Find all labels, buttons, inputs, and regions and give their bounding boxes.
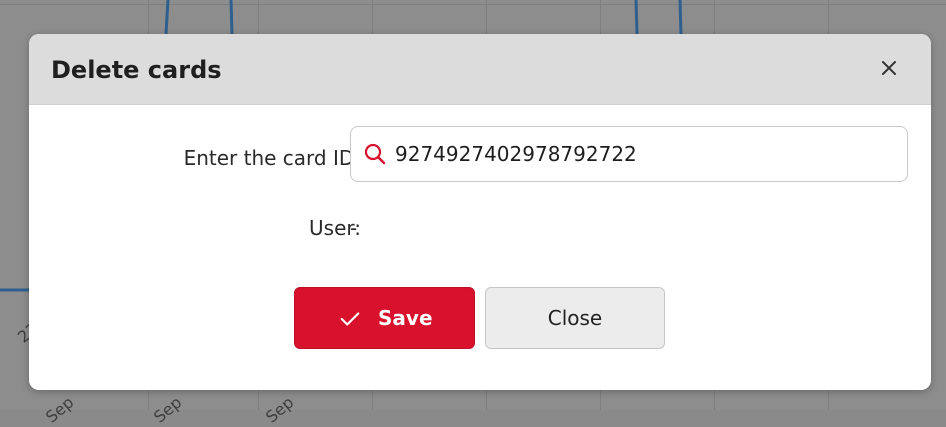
card-id-input[interactable] [395, 137, 895, 171]
dialog-header: Delete cards [29, 34, 931, 105]
user-row: User: - [29, 212, 931, 246]
delete-cards-dialog: Delete cards Enter the card ID: User: - … [29, 34, 931, 390]
card-id-row: Enter the card ID: [29, 126, 931, 186]
check-icon [340, 312, 360, 326]
card-id-search-box[interactable] [350, 126, 908, 182]
close-button[interactable]: Close [485, 287, 665, 349]
user-value: - [350, 216, 358, 240]
search-icon [364, 143, 386, 165]
close-button-label: Close [547, 306, 603, 330]
card-id-label: Enter the card ID: [183, 146, 361, 170]
save-button[interactable]: Save [294, 287, 475, 349]
close-icon[interactable] [877, 56, 901, 80]
save-button-label: Save [378, 306, 433, 330]
dialog-title: Delete cards [51, 56, 222, 84]
